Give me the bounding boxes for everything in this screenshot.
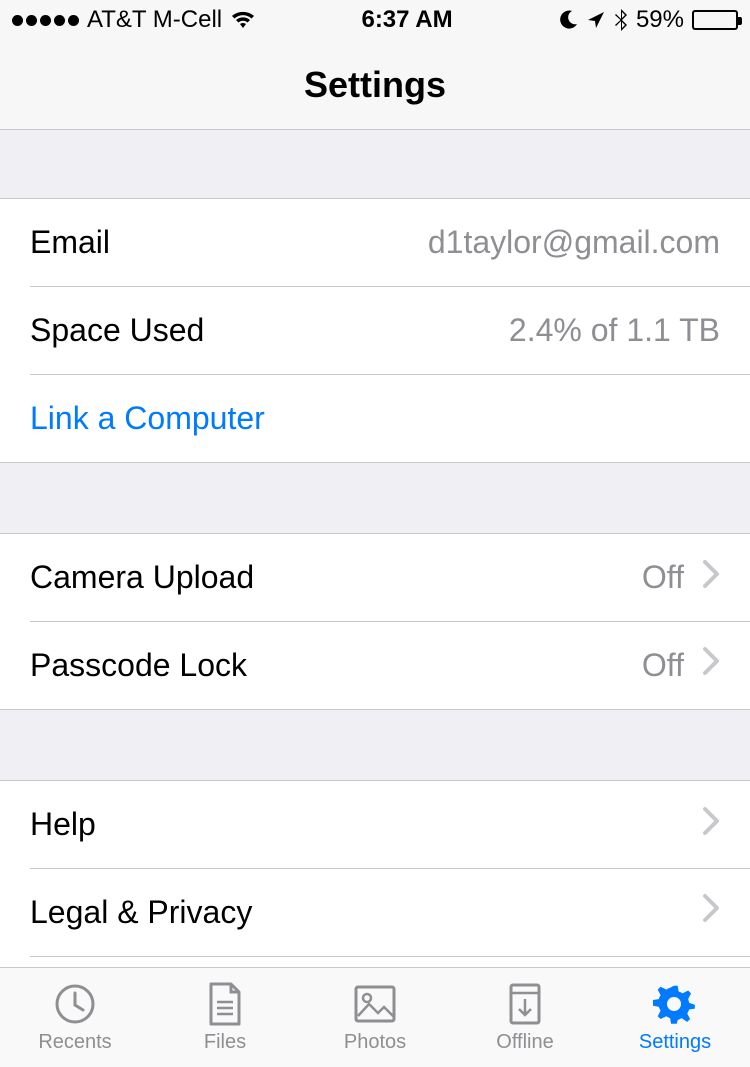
space-used-row[interactable]: Space Used 2.4% of 1.1 TB (0, 286, 750, 374)
tab-bar: Recents Files Photos (0, 967, 750, 1067)
clock-icon (54, 981, 96, 1027)
page-title-text: Settings (304, 64, 446, 106)
email-value: d1taylor@gmail.com (110, 224, 720, 261)
link-computer-label: Link a Computer (30, 400, 265, 437)
tab-recents-label: Recents (38, 1031, 111, 1054)
space-used-label: Space Used (30, 312, 204, 349)
tab-recents[interactable]: Recents (0, 968, 150, 1067)
section-gap (0, 710, 750, 780)
battery-percent: 59% (636, 6, 684, 34)
status-right: 59% (558, 6, 738, 34)
tab-files[interactable]: Files (150, 968, 300, 1067)
settings-content: Email d1taylor@gmail.com Space Used 2.4%… (0, 130, 750, 976)
tab-settings-label: Settings (639, 1031, 711, 1054)
clock: 6:37 AM (361, 6, 452, 34)
help-label: Help (30, 806, 96, 843)
email-row[interactable]: Email d1taylor@gmail.com (0, 198, 750, 286)
tab-photos-label: Photos (344, 1031, 406, 1054)
location-icon (586, 10, 606, 30)
status-left: AT&T M-Cell (12, 6, 256, 34)
camera-upload-value: Off (254, 559, 684, 596)
space-used-value: 2.4% of 1.1 TB (204, 312, 720, 349)
bluetooth-icon (614, 8, 628, 32)
options-group: Camera Upload Off Passcode Lock Off (0, 533, 750, 710)
gear-icon (653, 981, 697, 1027)
chevron-right-icon (702, 806, 720, 844)
status-bar: AT&T M-Cell 6:37 AM 59% (0, 0, 750, 40)
tab-offline-label: Offline (496, 1031, 553, 1054)
help-row[interactable]: Help (0, 780, 750, 868)
tab-photos[interactable]: Photos (300, 968, 450, 1067)
do-not-disturb-icon (558, 10, 578, 30)
file-icon (207, 981, 243, 1027)
section-gap (0, 463, 750, 533)
page-title: Settings (0, 40, 750, 130)
chevron-right-icon (702, 646, 720, 684)
battery-icon (692, 10, 738, 30)
tab-files-label: Files (204, 1031, 246, 1054)
camera-upload-row[interactable]: Camera Upload Off (0, 533, 750, 621)
passcode-lock-label: Passcode Lock (30, 647, 247, 684)
signal-strength-icon (12, 15, 79, 26)
account-group: Email d1taylor@gmail.com Space Used 2.4%… (0, 198, 750, 463)
email-label: Email (30, 224, 110, 261)
passcode-lock-value: Off (247, 647, 684, 684)
legal-privacy-label: Legal & Privacy (30, 894, 252, 931)
link-computer-row[interactable]: Link a Computer (0, 374, 750, 462)
legal-privacy-row[interactable]: Legal & Privacy (0, 868, 750, 956)
tab-settings[interactable]: Settings (600, 968, 750, 1067)
wifi-icon (230, 10, 256, 30)
support-group: Help Legal & Privacy (0, 780, 750, 976)
download-icon (508, 981, 542, 1027)
camera-upload-label: Camera Upload (30, 559, 254, 596)
chevron-right-icon (702, 893, 720, 931)
tab-offline[interactable]: Offline (450, 968, 600, 1067)
chevron-right-icon (702, 559, 720, 597)
carrier-label: AT&T M-Cell (87, 6, 222, 34)
passcode-lock-row[interactable]: Passcode Lock Off (0, 621, 750, 709)
section-gap (0, 130, 750, 198)
image-icon (353, 981, 397, 1027)
